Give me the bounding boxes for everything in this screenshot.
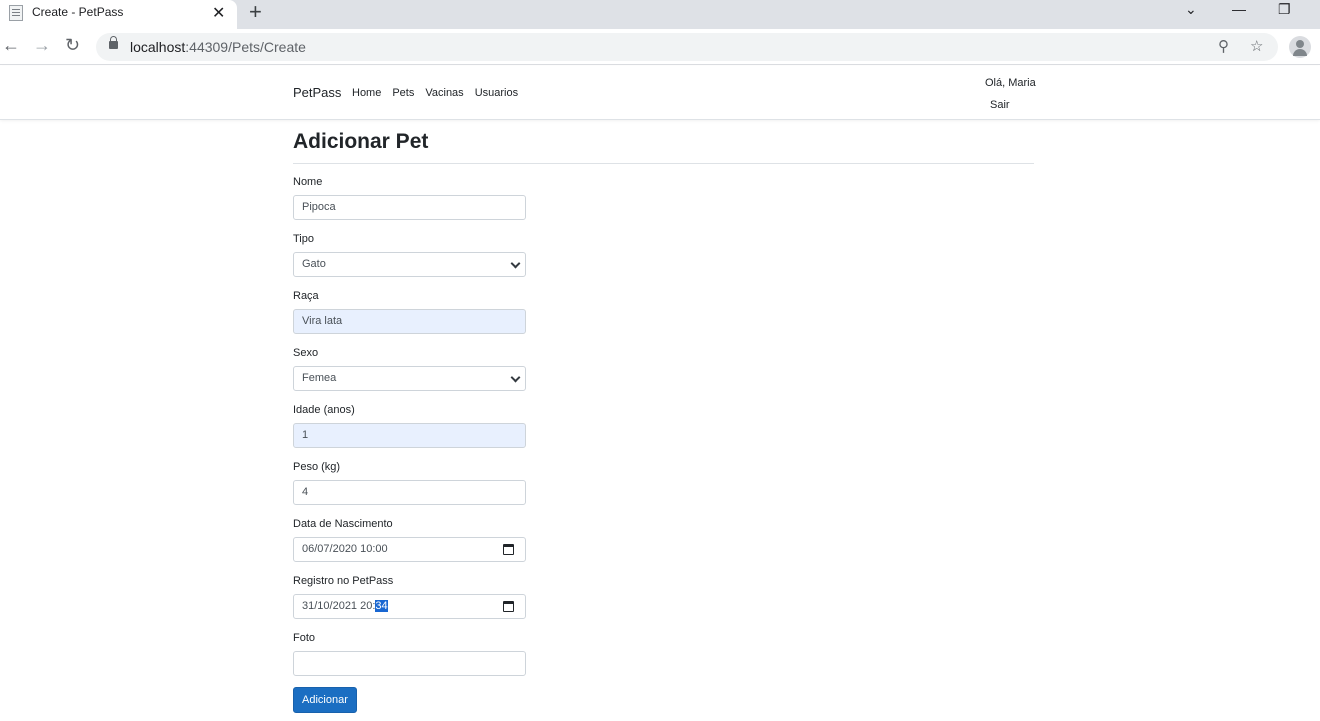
nascimento-value: 06/07/2020 10:00 bbox=[302, 543, 388, 555]
forward-arrow-icon[interactable]: → bbox=[33, 36, 51, 54]
minimize-icon[interactable]: — bbox=[1232, 1, 1246, 17]
browser-tab[interactable]: Create - PetPass ✕ bbox=[0, 0, 237, 29]
logout-link[interactable]: Sair bbox=[985, 94, 1036, 116]
profile-avatar-icon[interactable] bbox=[1289, 36, 1311, 58]
site-brand[interactable]: PetPass bbox=[293, 85, 341, 100]
page-title: Adicionar Pet bbox=[293, 130, 1034, 164]
field-nome: Nome Pipoca bbox=[293, 176, 1034, 220]
site-navbar: PetPass Home Pets Vacinas Usuarios Olá, … bbox=[0, 66, 1320, 120]
new-tab-icon[interactable]: + bbox=[249, 1, 262, 23]
field-foto: Foto bbox=[293, 632, 1034, 676]
nav-link-pets[interactable]: Pets bbox=[392, 87, 414, 99]
browser-toolbar: ← → ↻ localhost:44309/Pets/Create ⚲ ☆ bbox=[0, 29, 1320, 65]
url-text: localhost:44309/Pets/Create bbox=[130, 39, 306, 55]
foto-label: Foto bbox=[293, 632, 316, 644]
peso-input[interactable]: 4 bbox=[293, 480, 526, 505]
field-peso: Peso (kg) 4 bbox=[293, 461, 1034, 505]
foto-input[interactable] bbox=[293, 651, 526, 676]
page-favicon-icon bbox=[9, 5, 23, 21]
browser-tab-strip: Create - PetPass ✕ + ⌄ — ❐ bbox=[0, 0, 1320, 29]
nav-links: Home Pets Vacinas Usuarios bbox=[352, 87, 518, 99]
bookmark-star-icon[interactable]: ☆ bbox=[1250, 37, 1263, 55]
field-idade: Idade (anos) 1 bbox=[293, 404, 1034, 448]
field-registro: Registro no PetPass 31/10/2021 20:34 bbox=[293, 575, 1034, 619]
close-tab-icon[interactable]: ✕ bbox=[212, 3, 225, 23]
nav-link-usuarios[interactable]: Usuarios bbox=[475, 87, 518, 99]
address-bar[interactable]: localhost:44309/Pets/Create ⚲ ☆ bbox=[96, 33, 1278, 61]
field-nascimento: Data de Nascimento 06/07/2020 10:00 bbox=[293, 518, 1034, 562]
nav-link-vacinas[interactable]: Vacinas bbox=[425, 87, 463, 99]
zoom-icon[interactable]: ⚲ bbox=[1218, 37, 1229, 55]
registro-label: Registro no PetPass bbox=[293, 575, 394, 587]
field-raca: Raça Vira lata bbox=[293, 290, 1034, 334]
page-content: PetPass Home Pets Vacinas Usuarios Olá, … bbox=[0, 66, 1320, 721]
reload-icon[interactable]: ↻ bbox=[65, 36, 80, 54]
tipo-select[interactable]: Gato bbox=[293, 252, 526, 277]
sexo-select[interactable]: Femea bbox=[293, 366, 526, 391]
tipo-label: Tipo bbox=[293, 233, 314, 245]
peso-label: Peso (kg) bbox=[293, 461, 341, 473]
field-sexo: Sexo Femea bbox=[293, 347, 1034, 391]
tipo-selected-value: Gato bbox=[302, 258, 326, 270]
tab-search-chevron-icon[interactable]: ⌄ bbox=[1185, 1, 1197, 18]
user-area: Olá, Maria Sair bbox=[985, 72, 1036, 116]
tab-title: Create - PetPass bbox=[32, 5, 124, 19]
create-pet-form: Adicionar Pet Nome Pipoca Tipo Gato Raça… bbox=[293, 130, 1034, 713]
user-greeting[interactable]: Olá, Maria bbox=[985, 77, 1036, 89]
nascimento-label: Data de Nascimento bbox=[293, 518, 393, 530]
nascimento-datetime-input[interactable]: 06/07/2020 10:00 bbox=[293, 537, 526, 562]
registro-value: 31/10/2021 20: bbox=[302, 600, 376, 612]
sexo-label: Sexo bbox=[293, 347, 319, 359]
nav-link-home[interactable]: Home bbox=[352, 87, 381, 99]
calendar-icon[interactable] bbox=[503, 544, 514, 555]
raca-input[interactable]: Vira lata bbox=[293, 309, 526, 334]
sexo-selected-value: Femea bbox=[302, 372, 337, 384]
nome-label: Nome bbox=[293, 176, 323, 188]
nome-input[interactable]: Pipoca bbox=[293, 195, 526, 220]
adicionar-button[interactable]: Adicionar bbox=[293, 687, 357, 713]
calendar-icon[interactable] bbox=[503, 601, 514, 612]
registro-datetime-input[interactable]: 31/10/2021 20:34 bbox=[293, 594, 526, 619]
idade-input[interactable]: 1 bbox=[293, 423, 526, 448]
registro-selected-minutes: 34 bbox=[375, 600, 388, 612]
lock-icon[interactable] bbox=[109, 36, 118, 49]
back-arrow-icon[interactable]: ← bbox=[2, 36, 20, 54]
restore-icon[interactable]: ❐ bbox=[1278, 1, 1291, 18]
raca-label: Raça bbox=[293, 290, 319, 302]
field-tipo: Tipo Gato bbox=[293, 233, 1034, 277]
idade-label: Idade (anos) bbox=[293, 404, 355, 416]
